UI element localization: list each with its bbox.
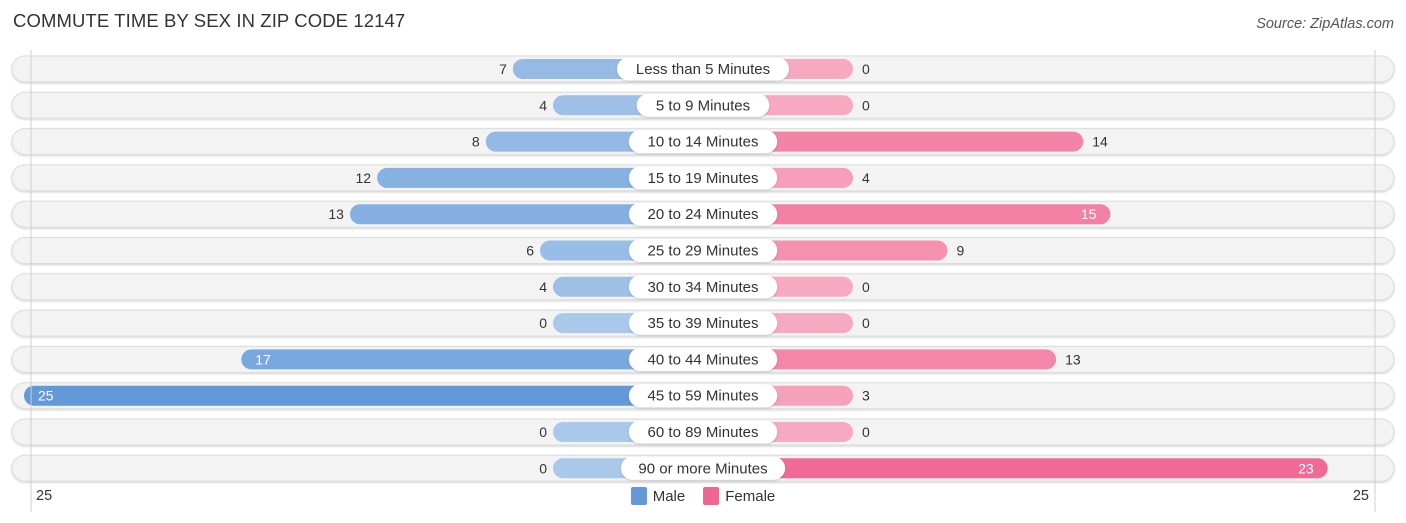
category-label: 90 or more Minutes [638, 460, 767, 477]
value-label-male: 17 [255, 351, 271, 367]
value-label-female: 0 [862, 424, 870, 440]
category-label: 25 to 29 Minutes [648, 243, 759, 260]
value-label-female: 15 [1081, 206, 1097, 222]
category-label: Less than 5 Minutes [636, 61, 770, 78]
value-label-male: 25 [38, 388, 54, 404]
category-label: 60 to 89 Minutes [648, 424, 759, 441]
value-label-male: 6 [526, 243, 534, 259]
value-label-male: 8 [472, 134, 480, 150]
legend-swatch-female [703, 487, 720, 505]
value-label-female: 14 [1092, 134, 1108, 150]
value-label-female: 4 [862, 170, 870, 186]
category-label: 45 to 59 Minutes [648, 388, 759, 405]
value-label-female: 0 [862, 97, 870, 113]
value-label-male: 0 [539, 460, 547, 476]
value-label-female: 13 [1065, 351, 1081, 367]
value-label-female: 0 [862, 315, 870, 331]
legend-swatch-male [630, 487, 647, 505]
legend-label-male: Male [652, 487, 686, 505]
category-label: 15 to 19 Minutes [648, 170, 759, 187]
value-label-male: 7 [499, 61, 507, 77]
category-label: 10 to 14 Minutes [648, 134, 759, 151]
legend-label-female: Female [725, 487, 776, 505]
category-label: 35 to 39 Minutes [648, 315, 759, 332]
value-label-female: 3 [862, 388, 870, 404]
value-label-male: 4 [539, 97, 547, 113]
value-label-male: 12 [356, 170, 372, 186]
value-label-female: 23 [1298, 460, 1314, 476]
value-label-male: 13 [328, 206, 344, 222]
bar-male [24, 385, 703, 406]
category-label: 5 to 9 Minutes [656, 97, 750, 114]
legend-item-female: Female [703, 487, 775, 505]
value-label-male: 0 [539, 424, 547, 440]
bar-female [703, 458, 1328, 479]
chart-canvas: 7 0 Less than 5 Minutes 4 0 5 to 9 Minutes 8 14… [11, 50, 1395, 512]
category-label: 30 to 34 Minutes [648, 279, 759, 296]
value-label-female: 0 [862, 279, 870, 295]
legend: Male Female [0, 487, 1406, 505]
value-label-female: 9 [956, 243, 964, 259]
value-label-female: 0 [862, 61, 870, 77]
category-label: 40 to 44 Minutes [648, 351, 759, 368]
value-label-male: 0 [539, 315, 547, 331]
legend-item-male: Male [630, 487, 686, 505]
category-label: 20 to 24 Minutes [648, 206, 759, 223]
value-label-male: 4 [539, 279, 547, 295]
